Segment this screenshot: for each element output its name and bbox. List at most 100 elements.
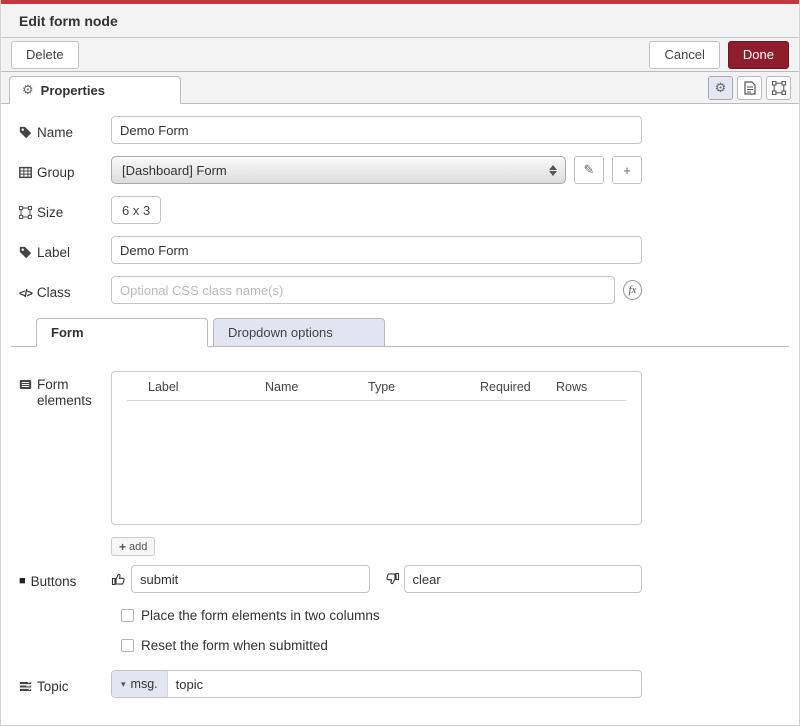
class-input[interactable]	[111, 276, 615, 304]
form-row-elements: Form elements Label Name Type Required R…	[11, 371, 789, 525]
buttons-field	[111, 565, 642, 593]
header-divider	[127, 400, 626, 401]
tasks-icon	[19, 680, 32, 693]
dialog-header: Edit form node	[1, 4, 799, 38]
submit-button-label-input[interactable]	[131, 565, 370, 593]
column-header-label: Label	[148, 380, 265, 394]
form-elements-headers: Label Name Type Required Rows	[112, 372, 641, 394]
thumbs-down-icon	[384, 571, 400, 587]
topic-label: Topic	[19, 673, 111, 695]
caret-down-icon: ▾	[121, 679, 126, 690]
node-appearance-button[interactable]	[766, 76, 791, 100]
two-columns-checkbox-row[interactable]: Place the form elements in two columns	[121, 608, 789, 623]
appearance-icon	[772, 81, 786, 95]
tag-icon	[19, 246, 32, 259]
tab-properties-label: Properties	[41, 83, 105, 98]
tab-dropdown-options[interactable]: Dropdown options	[213, 318, 385, 347]
form-section-tabs: Form Dropdown options	[11, 317, 789, 347]
dialog-button-bar: Delete Cancel Done	[1, 38, 799, 72]
form-row-name: Name	[11, 116, 789, 144]
group-label: Group	[19, 159, 111, 181]
gear-icon: ⚙	[22, 82, 34, 98]
clear-button-label-input[interactable]	[404, 565, 643, 593]
node-settings-button[interactable]: ⚙	[708, 76, 733, 100]
fx-expand-icon[interactable]: fx	[623, 280, 642, 300]
select-arrows-icon	[549, 165, 557, 176]
label-input[interactable]	[111, 236, 642, 264]
size-label-text: Size	[37, 205, 63, 221]
column-header-rows: Rows	[556, 380, 641, 394]
editor-mini-buttons: ⚙	[708, 76, 791, 100]
group-label-text: Group	[37, 165, 75, 181]
tab-properties[interactable]: ⚙ Properties	[9, 76, 181, 104]
label-label-text: Label	[37, 245, 70, 261]
topic-value-text: topic	[176, 677, 203, 692]
add-element-row: + add	[11, 537, 789, 556]
object-size-icon	[19, 206, 32, 219]
tab-dropdown-options-label: Dropdown options	[228, 325, 333, 340]
form-elements-label-text: Form elements	[37, 377, 111, 409]
topic-type-selector[interactable]: ▾ msg.	[112, 671, 168, 697]
name-field	[111, 116, 642, 144]
form-elements-label: Form elements	[19, 371, 111, 409]
editor-tab-bar: ⚙ Properties ⚙	[1, 72, 799, 104]
topic-type-label: msg.	[131, 677, 158, 691]
document-icon	[744, 81, 756, 95]
size-button[interactable]: 6 x 3	[111, 196, 161, 224]
column-header-type: Type	[368, 380, 480, 394]
form-row-group: Group [Dashboard] Form ✎ +	[11, 156, 789, 184]
buttons-label: ■ Buttons	[19, 568, 111, 590]
cancel-button[interactable]: Cancel	[649, 41, 719, 69]
edit-group-button[interactable]: ✎	[574, 156, 604, 184]
add-element-button[interactable]: + add	[111, 537, 155, 556]
plus-icon: +	[623, 163, 631, 178]
two-columns-checkbox[interactable]	[121, 609, 134, 622]
group-field: [Dashboard] Form ✎ +	[111, 156, 642, 184]
gear-icon: ⚙	[715, 80, 727, 96]
label-label: Label	[19, 239, 111, 261]
topic-typed-input: ▾ msg. topic	[111, 670, 642, 698]
column-header-name: Name	[265, 380, 368, 394]
list-alt-icon	[19, 378, 32, 391]
dialog-title: Edit form node	[19, 13, 118, 29]
form-row-class: </> Class fx	[11, 276, 789, 304]
node-description-button[interactable]	[737, 76, 762, 100]
code-icon: </>	[19, 286, 32, 302]
label-field	[111, 236, 642, 264]
buttons-label-text: Buttons	[31, 574, 77, 590]
two-columns-checkbox-label: Place the form elements in two columns	[141, 608, 380, 623]
tag-icon	[19, 126, 32, 139]
class-field: fx	[111, 276, 642, 304]
form-row-topic: Topic ▾ msg. topic	[11, 670, 789, 698]
square-icon: ■	[19, 574, 26, 588]
topic-label-text: Topic	[37, 679, 69, 695]
name-input[interactable]	[111, 116, 642, 144]
class-label: </> Class	[19, 279, 111, 302]
delete-button[interactable]: Delete	[11, 41, 79, 69]
form-row-label: Label	[11, 236, 789, 264]
tab-form[interactable]: Form	[36, 318, 208, 347]
add-group-button[interactable]: +	[612, 156, 642, 184]
size-field: 6 x 3	[111, 196, 642, 224]
edit-form-node-dialog: Edit form node Delete Cancel Done ⚙ Prop…	[0, 0, 800, 726]
group-select-value: [Dashboard] Form	[122, 163, 549, 178]
group-select[interactable]: [Dashboard] Form	[111, 156, 566, 184]
topic-value-input[interactable]: topic	[168, 671, 641, 697]
reset-form-checkbox-row[interactable]: Reset the form when submitted	[121, 638, 789, 653]
size-label: Size	[19, 199, 111, 221]
pencil-icon: ✎	[584, 162, 595, 177]
done-button[interactable]: Done	[728, 41, 789, 69]
tab-form-label: Form	[51, 325, 84, 340]
editor-body: Name Group [Dashboard] Form	[1, 104, 799, 698]
form-elements-list[interactable]: Label Name Type Required Rows	[111, 371, 642, 525]
class-label-text: Class	[37, 285, 71, 301]
name-label: Name	[19, 119, 111, 141]
topic-field: ▾ msg. topic	[111, 670, 642, 698]
column-header-required: Required	[480, 380, 556, 394]
plus-icon: +	[119, 540, 126, 554]
form-tab-content: Form elements Label Name Type Required R…	[11, 371, 789, 698]
thumbs-up-icon	[111, 571, 127, 587]
table-icon	[19, 166, 32, 179]
form-row-size: Size 6 x 3	[11, 196, 789, 224]
reset-form-checkbox[interactable]	[121, 639, 134, 652]
